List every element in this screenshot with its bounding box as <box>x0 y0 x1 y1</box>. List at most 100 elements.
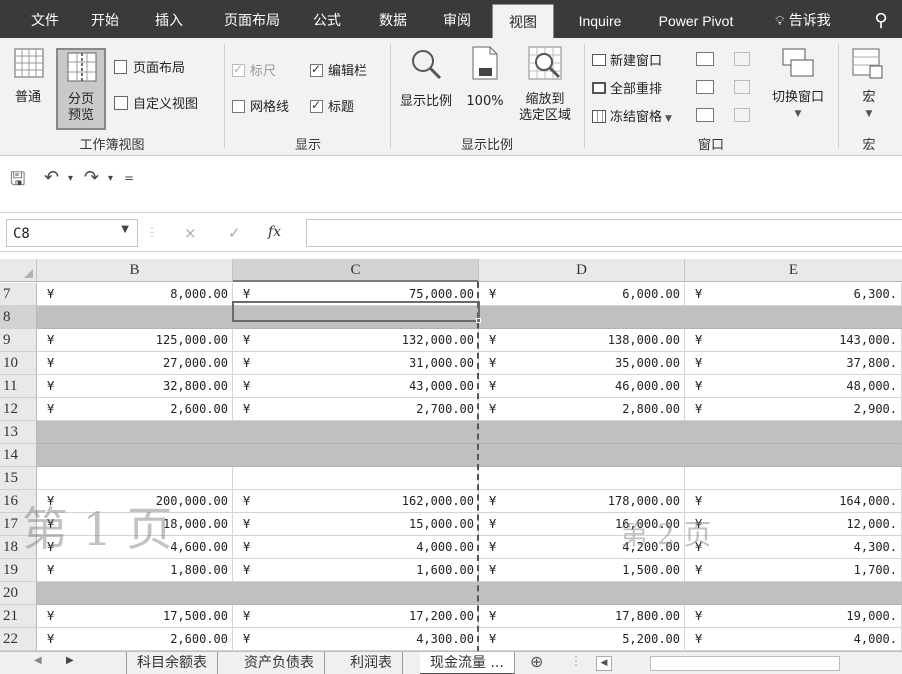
sheet-tab-trial-balance[interactable]: 科目余额表 <box>126 652 218 674</box>
customize-icon[interactable]: = <box>124 171 134 185</box>
fill-handle[interactable] <box>476 318 481 323</box>
view-side-by-side-icon[interactable] <box>734 52 750 66</box>
hscroll-left-arrow[interactable]: ◀ <box>596 656 612 671</box>
cell-e19[interactable]: ¥1,700. <box>685 559 902 582</box>
cell-b11[interactable]: ¥32,800.00 <box>37 375 233 398</box>
zoom-100-button[interactable]: 100% <box>460 44 510 130</box>
page-break-preview-button[interactable]: 分页 预览 <box>56 48 106 130</box>
column-header-b[interactable]: B <box>37 259 233 282</box>
tab-inquire[interactable]: Inquire <box>566 0 634 38</box>
cell-e13[interactable] <box>685 421 902 444</box>
cell-b13[interactable] <box>37 421 233 444</box>
cell-d10[interactable]: ¥35,000.00 <box>479 352 685 375</box>
cell-e8[interactable] <box>685 306 902 329</box>
row-header[interactable]: 12 <box>0 398 37 421</box>
cell-c10[interactable]: ¥31,000.00 <box>233 352 479 375</box>
cell-b9[interactable]: ¥125,000.00 <box>37 329 233 352</box>
cell-e16[interactable]: ¥164,000. <box>685 490 902 513</box>
arrange-all-button[interactable]: 全部重排 <box>592 78 662 97</box>
reset-window-position-icon[interactable] <box>734 108 750 122</box>
cell-e21[interactable]: ¥19,000. <box>685 605 902 628</box>
ruler-checkbox[interactable]: 标尺 <box>232 60 276 79</box>
cell-b8[interactable] <box>37 306 233 329</box>
switch-windows-button[interactable]: 切换窗口 ▼ <box>762 44 834 130</box>
row-header[interactable]: 11 <box>0 375 37 398</box>
freeze-panes-button[interactable]: 冻结窗格 ▼ <box>592 106 672 125</box>
cell-b14[interactable] <box>37 444 233 467</box>
cell-b19[interactable]: ¥1,800.00 <box>37 559 233 582</box>
cell-e14[interactable] <box>685 444 902 467</box>
cell-c12[interactable]: ¥2,700.00 <box>233 398 479 421</box>
tab-insert[interactable]: 插入 <box>148 0 190 38</box>
sheet-tab-income-statement[interactable]: 利润表 <box>340 652 403 674</box>
row-header[interactable]: 21 <box>0 605 37 628</box>
cell-e15[interactable] <box>685 467 902 490</box>
row-header[interactable]: 22 <box>0 628 37 651</box>
name-box[interactable]: C8 ▼ <box>6 219 138 247</box>
horizontal-scrollbar-thumb[interactable] <box>650 656 840 671</box>
cell-b20[interactable] <box>37 582 233 605</box>
macros-button[interactable]: 宏 ▼ <box>842 44 896 130</box>
cell-c17[interactable]: ¥15,000.00 <box>233 513 479 536</box>
formula-bar-checkbox[interactable]: 编辑栏 <box>310 60 367 79</box>
cell-d14[interactable] <box>479 444 685 467</box>
cell-c22[interactable]: ¥4,300.00 <box>233 628 479 651</box>
column-header-e[interactable]: E <box>685 259 902 282</box>
tab-review[interactable]: 审阅 <box>436 0 478 38</box>
row-header[interactable]: 9 <box>0 329 37 352</box>
cell-d12[interactable]: ¥2,800.00 <box>479 398 685 421</box>
person-icon[interactable]: ⚲ <box>866 0 896 38</box>
cell-b10[interactable]: ¥27,000.00 <box>37 352 233 375</box>
column-header-c[interactable]: C <box>233 259 479 282</box>
cell-e17[interactable]: ¥12,000. <box>685 513 902 536</box>
row-header[interactable]: 20 <box>0 582 37 605</box>
cell-c16[interactable]: ¥162,000.00 <box>233 490 479 513</box>
cell-c14[interactable] <box>233 444 479 467</box>
formula-input[interactable] <box>306 219 902 247</box>
sheet-tab-balance-sheet[interactable]: 资产负债表 <box>234 652 325 674</box>
tab-formulas[interactable]: 公式 <box>306 0 348 38</box>
cancel-icon[interactable]: × <box>184 224 197 242</box>
tab-view[interactable]: 视图 <box>492 4 554 38</box>
cell-e11[interactable]: ¥48,000. <box>685 375 902 398</box>
zoom-button[interactable]: 显示比例 <box>394 44 458 130</box>
cell-c21[interactable]: ¥17,200.00 <box>233 605 479 628</box>
row-header[interactable]: 8 <box>0 306 37 329</box>
tab-page-layout[interactable]: 页面布局 <box>216 0 288 38</box>
cell-c11[interactable]: ¥43,000.00 <box>233 375 479 398</box>
cell-d22[interactable]: ¥5,200.00 <box>479 628 685 651</box>
cell-e12[interactable]: ¥2,900. <box>685 398 902 421</box>
select-all-corner[interactable] <box>0 259 37 282</box>
cell-c19[interactable]: ¥1,600.00 <box>233 559 479 582</box>
save-icon[interactable]: 🖫︎ <box>10 167 25 197</box>
column-header-d[interactable]: D <box>479 259 685 282</box>
row-header[interactable]: 13 <box>0 421 37 444</box>
row-header[interactable]: 7 <box>0 283 37 306</box>
undo-dropdown-icon[interactable]: ▾ <box>68 173 73 184</box>
tab-home[interactable]: 开始 <box>84 0 126 38</box>
sheet-tab-cash-flow[interactable]: 现金流量 ... <box>420 652 515 674</box>
unhide-window-icon[interactable] <box>696 108 714 122</box>
page-break-line[interactable] <box>477 282 479 651</box>
tab-data[interactable]: 数据 <box>372 0 414 38</box>
row-header[interactable]: 15 <box>0 467 37 490</box>
undo-icon[interactable]: ↶ <box>44 167 59 188</box>
cell-d7[interactable]: ¥6,000.00 <box>479 283 685 306</box>
cell-c9[interactable]: ¥132,000.00 <box>233 329 479 352</box>
cell-e7[interactable]: ¥6,300. <box>685 283 902 306</box>
cell-b15[interactable] <box>37 467 233 490</box>
cell-d8[interactable] <box>479 306 685 329</box>
cell-d15[interactable] <box>479 467 685 490</box>
cell-e18[interactable]: ¥4,300. <box>685 536 902 559</box>
split-icon[interactable] <box>696 52 714 66</box>
headings-checkbox[interactable]: 标题 <box>310 96 354 115</box>
gridlines-checkbox[interactable]: 网格线 <box>232 96 289 115</box>
zoom-to-selection-button[interactable]: 缩放到 选定区域 <box>510 44 580 130</box>
tab-file[interactable]: 文件 <box>24 0 66 38</box>
normal-view-button[interactable]: 普通 <box>4 44 52 130</box>
redo-icon[interactable]: ↷ <box>84 167 99 188</box>
page-layout-view-button[interactable]: 页面布局 <box>114 60 214 80</box>
cell-d11[interactable]: ¥46,000.00 <box>479 375 685 398</box>
enter-icon[interactable]: ✓ <box>228 224 241 242</box>
cell-d13[interactable] <box>479 421 685 444</box>
